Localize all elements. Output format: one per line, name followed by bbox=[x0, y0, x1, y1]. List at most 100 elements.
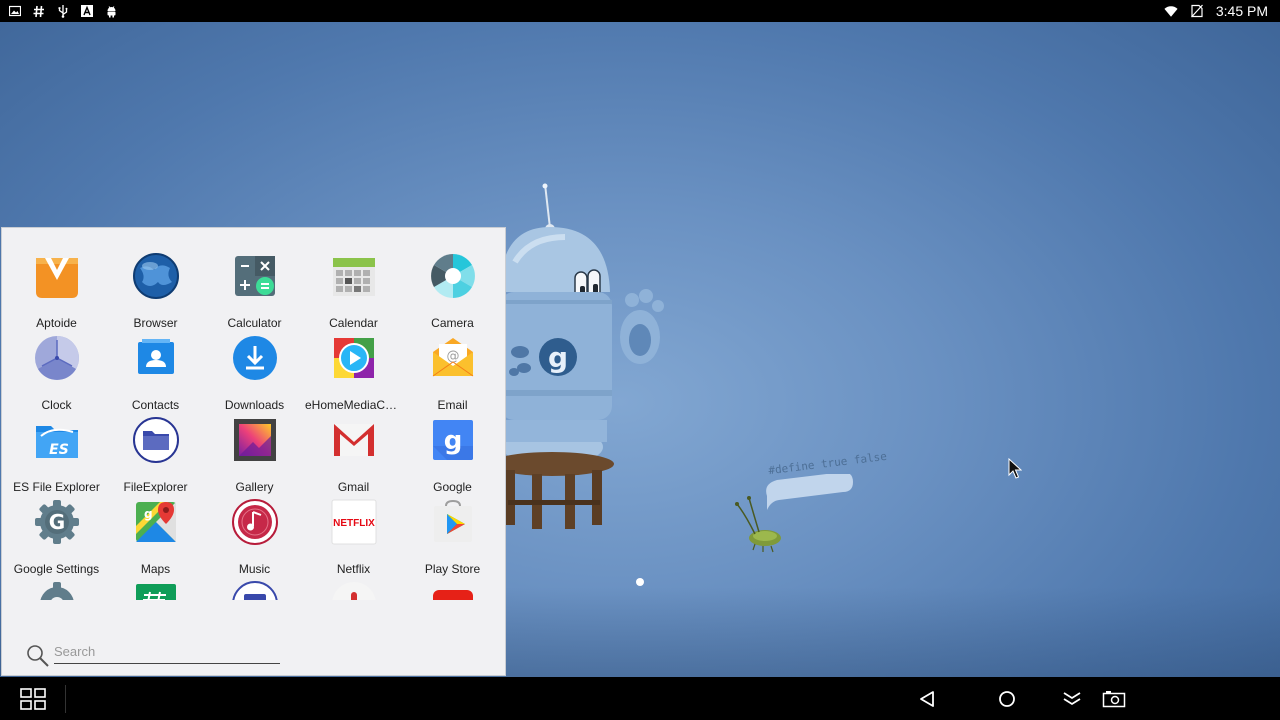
hangouts-icon bbox=[132, 580, 180, 600]
app-google[interactable]: g Google bbox=[403, 416, 502, 498]
app-calculator[interactable]: Calculator bbox=[205, 252, 304, 334]
email-envelope-icon: @ bbox=[429, 334, 477, 382]
app-label: Camera bbox=[431, 316, 474, 330]
app-label: Aptoide bbox=[36, 316, 77, 330]
calendar-icon bbox=[330, 252, 378, 300]
back-icon bbox=[920, 691, 934, 707]
app-downloads[interactable]: Downloads bbox=[205, 334, 304, 416]
app-contacts[interactable]: Contacts bbox=[106, 334, 205, 416]
app-label: eHomeMediaCen... bbox=[305, 398, 402, 412]
app-label: Maps bbox=[140, 562, 171, 576]
netflix-wordmark: NETFLIX bbox=[333, 518, 375, 529]
app-label: Music bbox=[238, 562, 271, 576]
settings-icon bbox=[33, 580, 81, 600]
app-label: Clock bbox=[41, 398, 72, 412]
status-bar[interactable]: 3:45 PM bbox=[0, 0, 1280, 22]
contacts-icon bbox=[132, 334, 180, 382]
app-music[interactable]: Music bbox=[205, 498, 304, 580]
app-label: Gmail bbox=[337, 480, 370, 494]
app-calendar[interactable]: Calendar bbox=[304, 252, 403, 334]
app-label: Play Store bbox=[424, 562, 481, 576]
all-apps-button[interactable] bbox=[20, 687, 46, 711]
app-netflix[interactable]: NETFLIX Netflix bbox=[304, 498, 403, 580]
app-gallery[interactable]: Gallery bbox=[205, 416, 304, 498]
nav-separator bbox=[65, 685, 66, 713]
robot-illustration: g bbox=[490, 183, 664, 529]
font-icon bbox=[80, 4, 94, 18]
image-icon bbox=[8, 4, 22, 18]
status-clock: 3:45 PM bbox=[1215, 3, 1268, 19]
android-icon bbox=[104, 4, 118, 18]
youtube-icon bbox=[429, 580, 477, 600]
folder-icon bbox=[132, 416, 180, 464]
app-fileexplorer[interactable]: FileExplorer bbox=[106, 416, 205, 498]
app-gmail[interactable]: Gmail bbox=[304, 416, 403, 498]
app-browser[interactable]: Browser bbox=[106, 252, 205, 334]
navigation-bar[interactable] bbox=[0, 677, 1280, 720]
app-label: Gallery bbox=[235, 480, 274, 494]
app-tv[interactable] bbox=[205, 580, 304, 600]
app-search[interactable] bbox=[26, 642, 280, 668]
svg-text:ES: ES bbox=[49, 442, 69, 458]
svg-text:g: g bbox=[144, 507, 153, 521]
app-label: Browser bbox=[133, 316, 178, 330]
screenshot-icon bbox=[1102, 691, 1126, 708]
media-play-icon bbox=[330, 334, 378, 382]
app-es-file-explorer[interactable]: ES ES File Explorer bbox=[7, 416, 106, 498]
gmail-icon bbox=[330, 416, 378, 464]
app-label: Contacts bbox=[131, 398, 180, 412]
camera-aperture-icon bbox=[429, 252, 477, 300]
back-button[interactable] bbox=[914, 687, 940, 711]
app-hangouts[interactable] bbox=[106, 580, 205, 600]
hide-bar-icon bbox=[1063, 692, 1081, 706]
app-play-store[interactable]: Play Store bbox=[403, 498, 502, 580]
svg-text:g: g bbox=[548, 341, 568, 374]
mouse-cursor-icon bbox=[1008, 458, 1022, 479]
google-settings-icon: G bbox=[33, 498, 81, 546]
no-sim-icon bbox=[1190, 4, 1204, 18]
app-youtube[interactable] bbox=[403, 580, 502, 600]
app-grid[interactable]: Aptoide Browser Calculator Calendar Came… bbox=[7, 252, 503, 600]
globe-icon bbox=[132, 252, 180, 300]
app-label: Downloads bbox=[224, 398, 285, 412]
all-apps-icon bbox=[20, 688, 46, 710]
search-icon bbox=[27, 645, 49, 667]
voice-icon bbox=[330, 580, 378, 600]
app-label: Netflix bbox=[336, 562, 371, 576]
usb-icon bbox=[56, 4, 70, 18]
search-input[interactable] bbox=[54, 642, 280, 664]
wifi-icon bbox=[1164, 4, 1178, 18]
app-label: Google Settings bbox=[13, 562, 100, 576]
screenshot-button[interactable] bbox=[1101, 687, 1127, 711]
app-aptoide[interactable]: Aptoide bbox=[7, 252, 106, 334]
app-drawer[interactable]: Aptoide Browser Calculator Calendar Came… bbox=[1, 227, 506, 676]
gallery-icon bbox=[231, 416, 279, 464]
download-icon bbox=[231, 334, 279, 382]
app-label: Calendar bbox=[329, 316, 378, 330]
music-icon bbox=[231, 498, 279, 546]
maps-icon: g bbox=[132, 498, 180, 546]
calculator-icon bbox=[231, 252, 279, 300]
svg-text:g: g bbox=[443, 426, 462, 456]
tv-icon bbox=[231, 580, 279, 600]
google-icon: g bbox=[429, 416, 477, 464]
play-store-icon bbox=[429, 498, 477, 546]
app-camera[interactable]: Camera bbox=[403, 252, 502, 334]
aptoide-icon bbox=[33, 252, 81, 300]
app-label: Calculator bbox=[227, 316, 282, 330]
hide-bar-button[interactable] bbox=[1059, 687, 1085, 711]
clock-icon bbox=[33, 334, 81, 382]
home-button[interactable] bbox=[994, 687, 1020, 711]
app-settings[interactable] bbox=[7, 580, 106, 600]
app-clock[interactable]: Clock bbox=[7, 334, 106, 416]
bug-illustration bbox=[735, 474, 853, 553]
app-maps[interactable]: g Maps bbox=[106, 498, 205, 580]
app-voice[interactable] bbox=[304, 580, 403, 600]
svg-text:G: G bbox=[48, 510, 64, 534]
app-label: Google bbox=[433, 480, 472, 494]
app-google-settings[interactable]: G Google Settings bbox=[7, 498, 106, 580]
app-ehomemediacenter[interactable]: eHomeMediaCen... bbox=[304, 334, 403, 416]
app-label: ES File Explorer bbox=[13, 480, 100, 494]
app-email[interactable]: @ Email bbox=[403, 334, 502, 416]
page-indicator-dot bbox=[636, 578, 644, 586]
